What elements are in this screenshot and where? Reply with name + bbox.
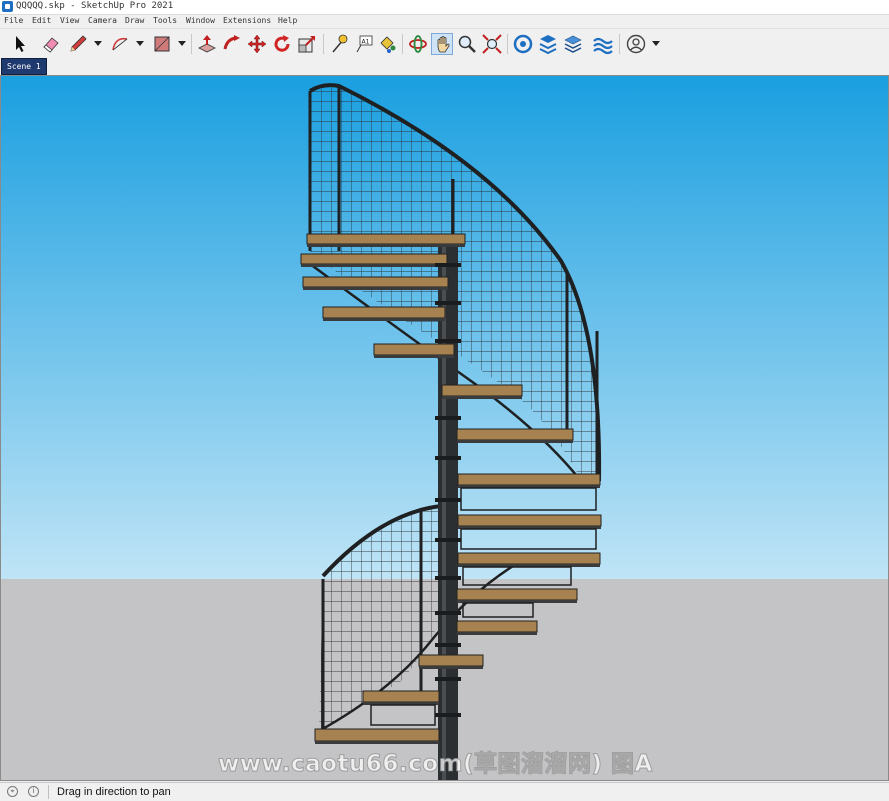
account-icon[interactable]	[625, 33, 647, 55]
pencil-icon[interactable]	[67, 33, 89, 55]
text-icon[interactable]: A1	[353, 33, 375, 55]
toolbar-separator	[402, 34, 403, 54]
sketchup-logo-icon	[2, 1, 13, 12]
status-hint: Drag in direction to pan	[57, 786, 171, 798]
sandbox-icon[interactable]	[592, 33, 614, 55]
toolbar-separator	[323, 34, 324, 54]
menu-file[interactable]: File	[4, 16, 23, 25]
status-bar: ⌖ i Drag in direction to pan	[0, 782, 889, 801]
arc-icon[interactable]	[109, 33, 131, 55]
pencil-dropdown-icon[interactable]	[94, 41, 102, 46]
tape-measure-icon[interactable]	[328, 33, 350, 55]
window-title: QQQQQ.skp - SketchUp Pro 2021	[16, 1, 174, 11]
menu-window[interactable]: Window	[186, 16, 215, 25]
watermark: www.caotu66.com(草图溜溜网) 图A	[218, 751, 653, 778]
eraser-icon[interactable]	[40, 33, 62, 55]
toolbar: A1	[0, 28, 889, 60]
toolbar-separator	[507, 34, 508, 54]
menu-draw[interactable]: Draw	[125, 16, 144, 25]
orbit-icon[interactable]	[407, 33, 429, 55]
instructor-info-icon[interactable]: i	[28, 786, 39, 797]
scene-tab-1[interactable]: Scene 1	[1, 58, 47, 75]
spiral-staircase-render	[1, 76, 888, 780]
extension-warehouse-icon[interactable]	[537, 33, 559, 55]
account-dropdown-icon[interactable]	[652, 41, 660, 46]
move-icon[interactable]	[246, 33, 268, 55]
toolbar-separator	[191, 34, 192, 54]
follow-me-icon[interactable]	[221, 33, 243, 55]
menu-bar: File Edit View Camera Draw Tools Window …	[0, 15, 889, 28]
warehouse-icon[interactable]	[512, 33, 534, 55]
model-viewport[interactable]	[0, 75, 889, 781]
geo-location-icon[interactable]: ⌖	[7, 786, 18, 797]
rotate-icon[interactable]	[271, 33, 293, 55]
zoom-extents-icon[interactable]	[481, 33, 503, 55]
title-bar: QQQQQ.skp - SketchUp Pro 2021	[0, 0, 889, 15]
arc-dropdown-icon[interactable]	[136, 41, 144, 46]
menu-tools[interactable]: Tools	[153, 16, 177, 25]
pan-icon[interactable]	[431, 33, 453, 55]
layers-icon[interactable]	[562, 33, 584, 55]
central-column	[438, 241, 458, 780]
svg-text:A1: A1	[362, 39, 370, 46]
rectangle-dropdown-icon[interactable]	[178, 41, 186, 46]
menu-view[interactable]: View	[60, 16, 79, 25]
scene-tabs: Scene 1	[0, 58, 889, 75]
menu-edit[interactable]: Edit	[32, 16, 51, 25]
scale-icon[interactable]	[296, 33, 318, 55]
status-separator	[48, 785, 49, 799]
toolbar-separator	[619, 34, 620, 54]
menu-help[interactable]: Help	[278, 16, 297, 25]
push-pull-icon[interactable]	[196, 33, 218, 55]
zoom-icon[interactable]	[456, 33, 478, 55]
paint-bucket-icon[interactable]	[376, 33, 398, 55]
menu-extensions[interactable]: Extensions	[223, 16, 271, 25]
menu-camera[interactable]: Camera	[88, 16, 117, 25]
select-icon[interactable]	[9, 33, 31, 55]
rectangle-icon[interactable]	[151, 33, 173, 55]
